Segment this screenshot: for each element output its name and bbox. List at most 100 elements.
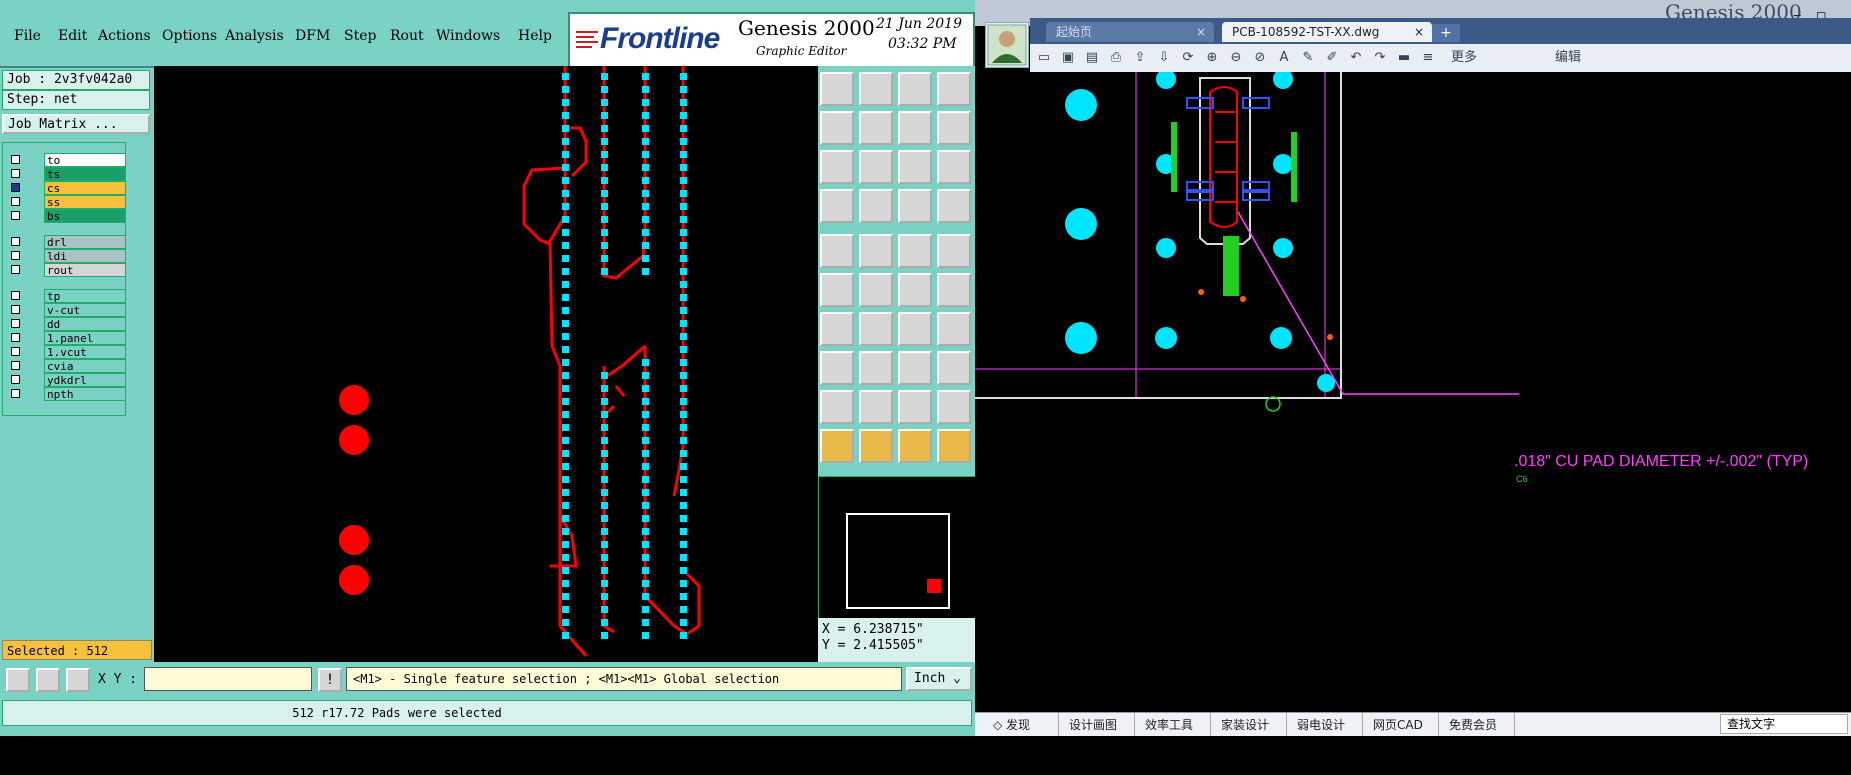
pad-add-icon[interactable] bbox=[820, 351, 854, 385]
layer-checkbox[interactable] bbox=[11, 169, 20, 178]
zoom-in-out-icon[interactable] bbox=[859, 150, 893, 184]
line-cross-icon[interactable] bbox=[859, 273, 893, 307]
layer-checkbox[interactable] bbox=[11, 389, 20, 398]
new-tab-icon[interactable]: + bbox=[1432, 24, 1460, 42]
zoom-window-icon[interactable]: ⊘ bbox=[1252, 50, 1268, 66]
ruler-icon[interactable] bbox=[898, 234, 932, 268]
print-icon[interactable]: ⎙ bbox=[1108, 50, 1124, 66]
job-matrix-button[interactable]: Job Matrix ... bbox=[2, 114, 150, 134]
layer-checkbox[interactable] bbox=[11, 251, 20, 260]
layer-row-tp[interactable]: tp bbox=[5, 289, 126, 303]
cad-drawing[interactable] bbox=[975, 72, 1851, 712]
arch-edit-icon[interactable] bbox=[937, 390, 971, 424]
tab-start-page[interactable]: 起始页 × bbox=[1046, 22, 1214, 42]
refresh-icon[interactable]: ⟳ bbox=[1180, 50, 1196, 66]
zoom-window-icon[interactable] bbox=[898, 72, 932, 106]
graphic-canvas[interactable] bbox=[154, 66, 818, 662]
layer-row-cs[interactable]: cs bbox=[5, 181, 126, 195]
layer-row-ss[interactable]: ss bbox=[5, 195, 126, 209]
angle-mode-icon[interactable] bbox=[36, 668, 60, 692]
grid-icon[interactable] bbox=[859, 189, 893, 223]
layer-move-icon[interactable] bbox=[898, 189, 932, 223]
pad-edit-icon[interactable] bbox=[859, 234, 893, 268]
triangle-draw-icon[interactable] bbox=[820, 390, 854, 424]
line-draw-icon[interactable] bbox=[859, 312, 893, 346]
bottom-tab[interactable]: ◇ 发现 bbox=[983, 713, 1059, 737]
pan-window-icon[interactable] bbox=[898, 111, 932, 145]
pad-select-icon[interactable] bbox=[820, 234, 854, 268]
scale-icon[interactable] bbox=[898, 150, 932, 184]
avatar[interactable] bbox=[985, 22, 1029, 68]
menu-step[interactable]: Step bbox=[344, 28, 376, 44]
zoom-out-icon[interactable] bbox=[937, 111, 971, 145]
measure-icon[interactable]: ▬ bbox=[1396, 50, 1412, 66]
menu-file[interactable]: File bbox=[14, 28, 41, 44]
bottom-tab[interactable]: 设计画图 bbox=[1059, 713, 1135, 737]
layer-row-ts[interactable]: ts bbox=[5, 167, 126, 181]
zoom-panel-icon[interactable] bbox=[937, 72, 971, 106]
zoom-out-icon[interactable]: ⊖ bbox=[1228, 50, 1244, 66]
find-text-input[interactable]: 查找文字 bbox=[1720, 714, 1848, 734]
undo-icon[interactable]: ↶ bbox=[1348, 50, 1364, 66]
layer-checkbox[interactable] bbox=[11, 155, 20, 164]
redo-icon[interactable]: ↷ bbox=[1372, 50, 1388, 66]
layer-row-1-panel[interactable]: 1.panel bbox=[5, 331, 126, 345]
layer-checkbox[interactable] bbox=[11, 265, 20, 274]
open-icon[interactable]: ▭ bbox=[1036, 50, 1052, 66]
layer-checkbox[interactable] bbox=[11, 375, 20, 384]
info-icon[interactable]: ! bbox=[318, 668, 342, 692]
menu-actions[interactable]: Actions bbox=[98, 28, 151, 44]
pad-box-icon[interactable] bbox=[898, 351, 932, 385]
export-icon[interactable]: ⇪ bbox=[1132, 50, 1148, 66]
bottom-tab[interactable]: 免费会员 bbox=[1439, 713, 1515, 737]
layer-checkbox[interactable] bbox=[11, 361, 20, 370]
select-box-icon[interactable] bbox=[859, 429, 893, 463]
grid-mode-icon[interactable] bbox=[66, 668, 90, 692]
select-net-icon[interactable] bbox=[937, 429, 971, 463]
tab-drawing[interactable]: PCB-108592-TST-XX.dwg × bbox=[1222, 22, 1432, 42]
tab-close-icon[interactable]: × bbox=[1196, 22, 1206, 42]
zoom-in-icon[interactable] bbox=[820, 150, 854, 184]
pan-right-icon[interactable] bbox=[859, 111, 893, 145]
xy-input[interactable] bbox=[144, 667, 312, 691]
angle-draw-icon[interactable] bbox=[820, 312, 854, 346]
arc-select-icon[interactable] bbox=[898, 273, 932, 307]
layer-checkbox[interactable] bbox=[11, 291, 20, 300]
menu-options[interactable]: Options bbox=[162, 28, 217, 44]
layer-checkbox[interactable] bbox=[11, 211, 20, 220]
measure-icon[interactable] bbox=[820, 189, 854, 223]
menu-edit[interactable]: Edit bbox=[58, 28, 87, 44]
pad-round-icon[interactable] bbox=[937, 234, 971, 268]
layer-copy-icon[interactable] bbox=[937, 189, 971, 223]
select-area-icon[interactable] bbox=[898, 429, 932, 463]
layer-checkbox[interactable] bbox=[11, 319, 20, 328]
arc-cut-icon[interactable] bbox=[937, 273, 971, 307]
menu-rout[interactable]: Rout bbox=[390, 28, 424, 44]
zoom-in-icon[interactable]: ⊕ bbox=[1204, 50, 1220, 66]
menu-dfm[interactable]: DFM bbox=[295, 28, 330, 44]
layer-row-ydkdrl[interactable]: ydkdrl bbox=[5, 373, 126, 387]
layer-row-bs[interactable]: bs bbox=[5, 209, 126, 223]
snap-mode-icon[interactable] bbox=[6, 668, 30, 692]
overview-panel[interactable] bbox=[818, 476, 977, 620]
menu-windows[interactable]: Windows bbox=[436, 28, 500, 44]
rotate-icon[interactable] bbox=[898, 312, 932, 346]
help-icon[interactable] bbox=[937, 150, 971, 184]
layer-row-ldi[interactable]: ldi bbox=[5, 249, 126, 263]
save-icon[interactable]: ▣ bbox=[1060, 50, 1076, 66]
pad-line-icon[interactable] bbox=[859, 351, 893, 385]
layer-row-rout[interactable]: rout bbox=[5, 263, 126, 277]
layer-row-1-vcut[interactable]: 1.vcut bbox=[5, 345, 126, 359]
line-select-icon[interactable] bbox=[820, 273, 854, 307]
import-icon[interactable]: ⇩ bbox=[1156, 50, 1172, 66]
bottom-tab[interactable]: 网页CAD bbox=[1363, 713, 1439, 737]
layer-row-npth[interactable]: npth bbox=[5, 387, 126, 401]
layers-icon[interactable]: ≡ bbox=[1420, 50, 1436, 66]
bottom-tab[interactable]: 弱电设计 bbox=[1287, 713, 1363, 737]
save-as-icon[interactable]: ▤ bbox=[1084, 50, 1100, 66]
layer-row-dd[interactable]: dd bbox=[5, 317, 126, 331]
select-pointer-icon[interactable] bbox=[820, 429, 854, 463]
menu-analysis[interactable]: Analysis bbox=[225, 28, 284, 44]
more-button[interactable]: 更多 bbox=[1446, 50, 1482, 66]
layer-checkbox[interactable] bbox=[11, 183, 20, 192]
